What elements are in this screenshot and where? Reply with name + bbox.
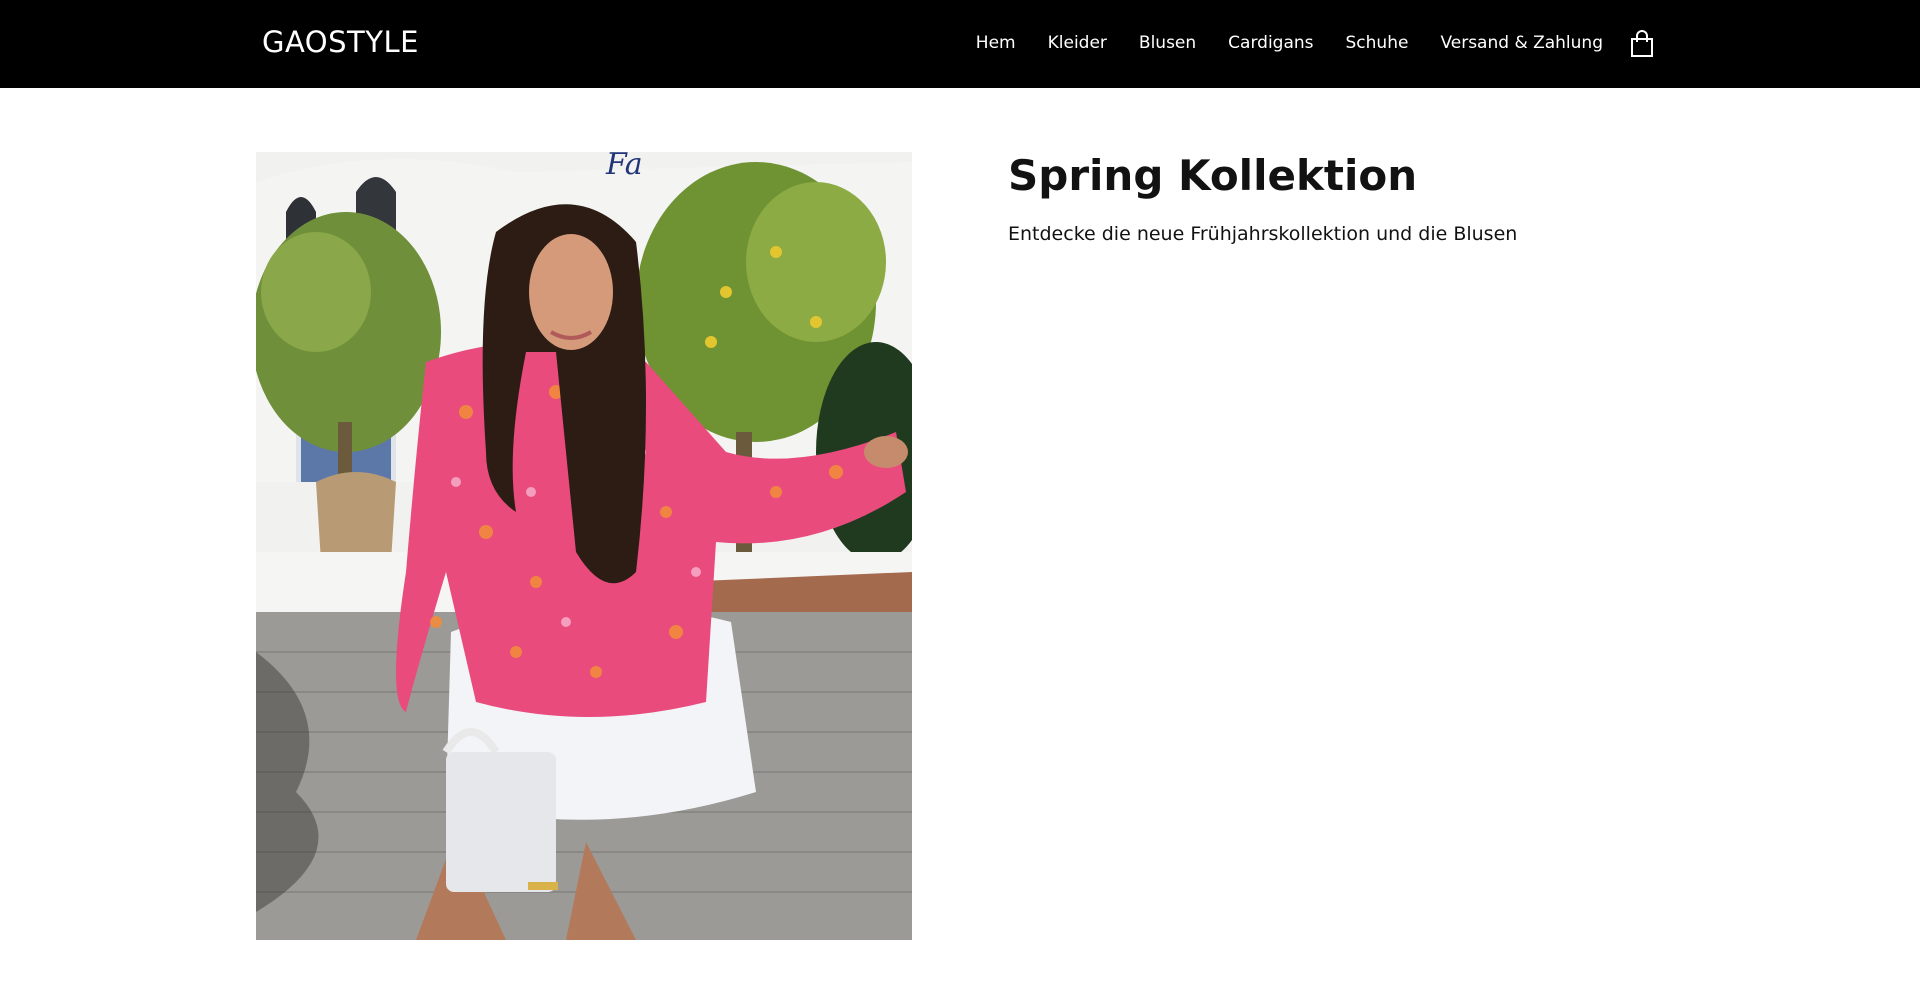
nav-item-hem[interactable]: Hem <box>976 31 1016 55</box>
hero-title: Spring Kollektion <box>1008 151 1418 200</box>
nav-item-versand-zahlung[interactable]: Versand & Zahlung <box>1440 31 1603 55</box>
site-header: GAOSTYLE Hem Kleider Blusen Cardigans Sc… <box>0 0 1920 88</box>
nav-item-schuhe[interactable]: Schuhe <box>1346 31 1409 55</box>
hero-section: Spring Kollektion Entdecke die neue Früh… <box>1008 150 1708 248</box>
nav-item-blusen[interactable]: Blusen <box>1139 31 1196 55</box>
shopping-bag-icon[interactable] <box>1630 30 1654 58</box>
svg-text:Fa: Fa <box>605 152 643 182</box>
nav-item-kleider[interactable]: Kleider <box>1048 31 1107 55</box>
main-nav: Hem Kleider Blusen Cardigans Schuhe Vers… <box>976 31 1603 55</box>
site-logo[interactable]: GAOSTYLE <box>262 25 419 59</box>
hero-image: Fa <box>256 152 912 940</box>
hero-subtitle: Entdecke die neue Frühjahrskollektion un… <box>1008 223 1518 245</box>
nav-item-cardigans[interactable]: Cardigans <box>1228 31 1313 55</box>
